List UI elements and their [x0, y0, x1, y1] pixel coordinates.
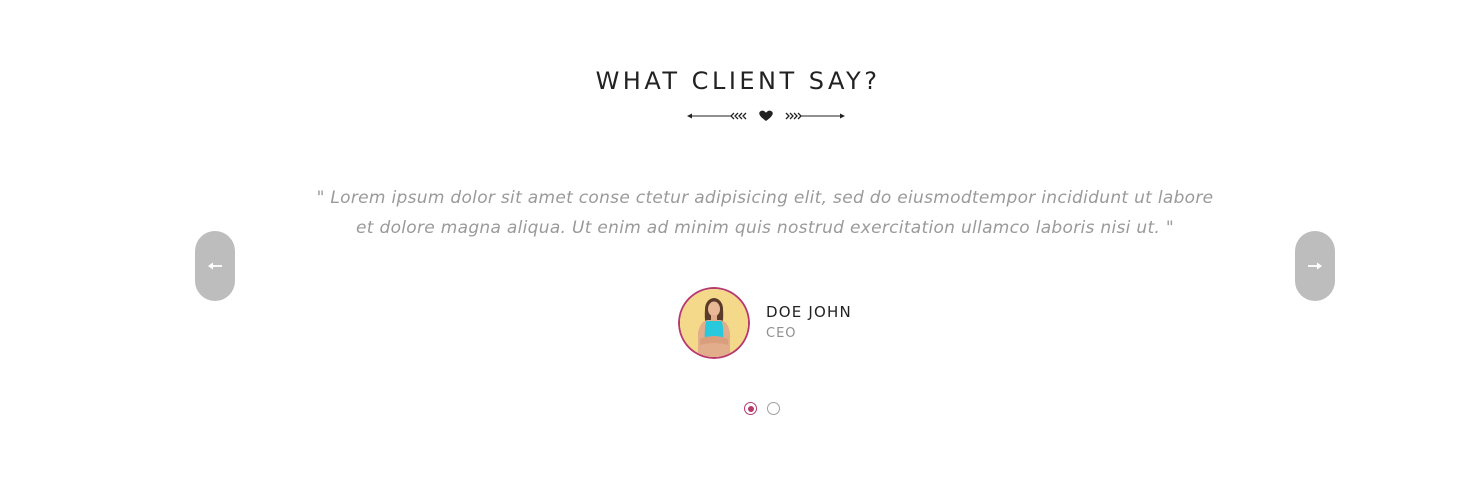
quote-line: " Lorem ipsum dolor sit amet conse ctetu…: [316, 188, 1214, 208]
prev-button[interactable]: [195, 231, 235, 301]
testimonial-quote: " Lorem ipsum dolor sit amet conse ctetu…: [300, 183, 1230, 243]
section-title: WHAT CLIENT SAY?: [595, 67, 881, 95]
next-button[interactable]: [1295, 231, 1335, 301]
arrow-right-icon: [1308, 262, 1322, 270]
heart-arrow-divider-icon: [687, 110, 845, 121]
avatar: [678, 287, 750, 359]
testimonial-section: WHAT CLIENT SAY? " Lorem ipsum dolor sit…: [0, 0, 1476, 502]
author-name: DOE JOHN: [766, 303, 852, 321]
arrow-left-icon: [208, 262, 222, 270]
quote-line: et dolore magna aliqua. Ut enim ad minim…: [356, 218, 1174, 238]
carousel-dot-2[interactable]: [767, 402, 780, 415]
author-role: CEO: [766, 326, 797, 341]
carousel-pagination: [744, 402, 780, 418]
carousel-dot-1[interactable]: [744, 402, 757, 415]
